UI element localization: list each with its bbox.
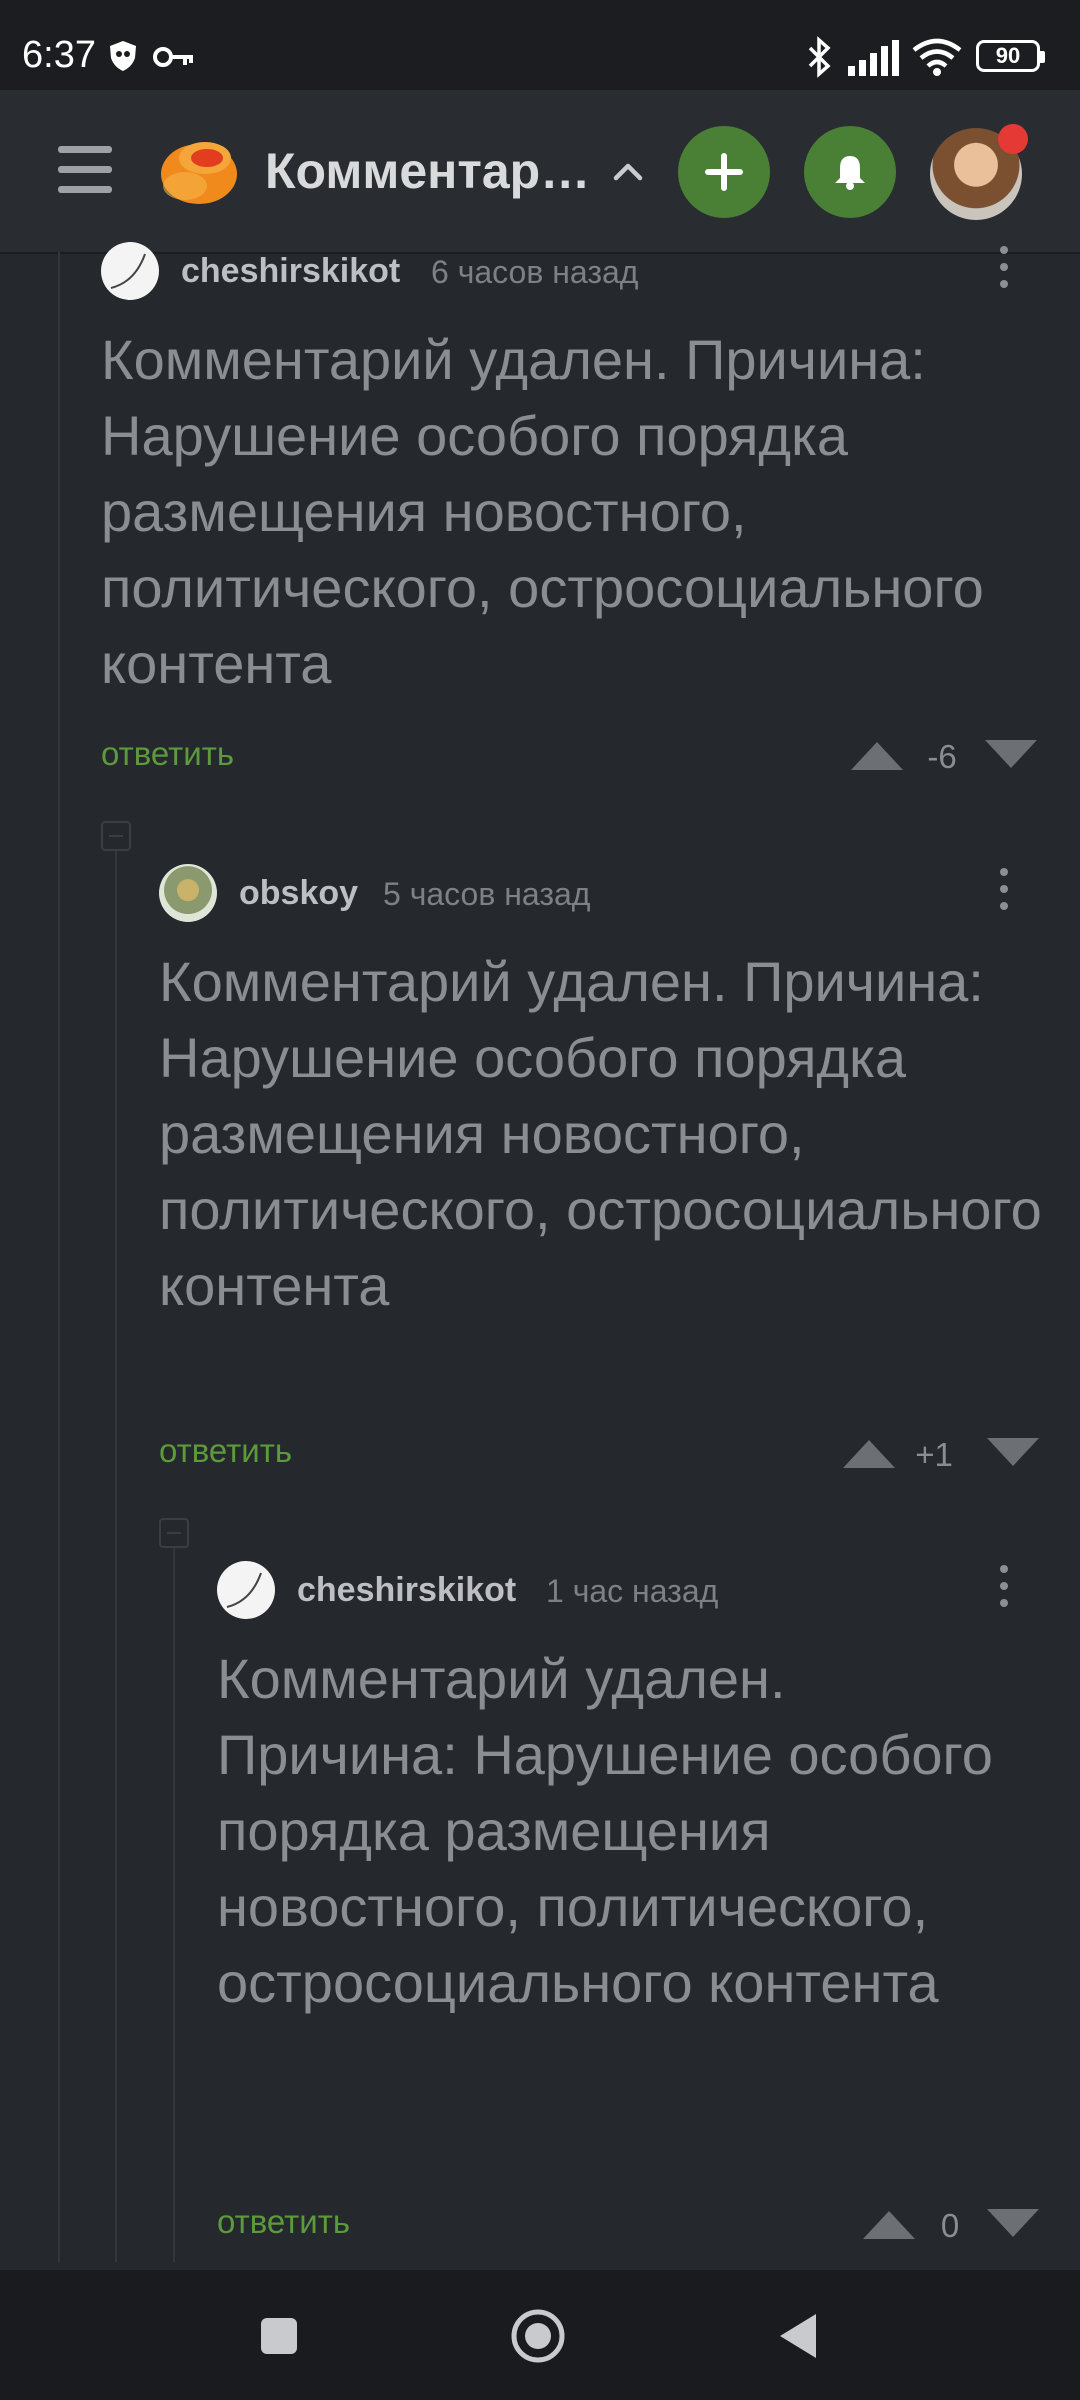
- author-avatar[interactable]: [159, 864, 217, 922]
- reply-link[interactable]: ответить: [159, 1432, 292, 1470]
- reply-link[interactable]: ответить: [217, 2203, 350, 2241]
- comment-author[interactable]: cheshirskikot: [181, 252, 400, 291]
- downvote-icon[interactable]: [985, 2207, 1041, 2241]
- app-logo[interactable]: [155, 128, 239, 208]
- bell-icon: [835, 156, 865, 190]
- plus-icon: [705, 153, 743, 191]
- more-options-icon[interactable]: [998, 1565, 1010, 1615]
- vote-score: +1: [915, 1436, 953, 1473]
- comment-text: Комментарий удален. Причина: Нарушение о…: [101, 328, 984, 695]
- wifi-icon: [912, 38, 962, 76]
- vote-score: 0: [940, 2207, 960, 2244]
- shield-icon: [110, 41, 136, 71]
- more-options-icon[interactable]: [998, 868, 1010, 918]
- status-time: 6:37: [22, 34, 96, 76]
- status-bar: 6:37 90: [0, 0, 1080, 90]
- user-avatar[interactable]: [930, 124, 1028, 220]
- author-avatar[interactable]: [217, 1561, 275, 1619]
- thread-line: [115, 851, 117, 2262]
- battery-icon: 90: [976, 40, 1045, 72]
- comment-text: Комментарий удален. Причина: Нарушение о…: [159, 950, 1042, 1317]
- vote-score: -6: [927, 738, 957, 775]
- author-avatar[interactable]: [101, 242, 159, 300]
- thread-line: [173, 1548, 175, 2262]
- app-header: Комментар…: [0, 90, 1080, 254]
- home-circle-icon[interactable]: [510, 2308, 566, 2364]
- vote-controls: -6: [849, 738, 1039, 784]
- comment-text: Комментарий удален. Причина: Нарушение о…: [217, 1647, 993, 2014]
- thread-line: [58, 252, 60, 2262]
- downvote-icon[interactable]: [985, 1436, 1041, 1470]
- reply-link[interactable]: ответить: [101, 735, 234, 773]
- comment-time: 5 часов назад: [383, 876, 591, 912]
- signal-icon: [848, 40, 899, 76]
- upvote-icon[interactable]: [841, 1436, 897, 1470]
- key-icon: [153, 47, 193, 67]
- page-title: Комментар…: [265, 143, 591, 199]
- chevron-up-icon[interactable]: [608, 152, 648, 192]
- notifications-button[interactable]: [804, 126, 896, 218]
- bluetooth-icon: [808, 36, 831, 78]
- recents-square-icon[interactable]: [251, 2308, 307, 2364]
- menu-icon[interactable]: [58, 146, 112, 194]
- comment-time: 1 час назад: [546, 1573, 719, 1609]
- more-options-icon[interactable]: [998, 246, 1010, 296]
- comment-time: 6 часов назад: [431, 254, 639, 290]
- collapse-thread-button[interactable]: [159, 1518, 189, 1548]
- notification-badge: [998, 124, 1028, 154]
- system-nav-bar: [0, 2270, 1080, 2400]
- comment-author[interactable]: cheshirskikot: [297, 1571, 516, 1610]
- vote-controls: +1: [841, 1436, 1041, 1482]
- vote-controls: 0: [861, 2207, 1041, 2253]
- back-triangle-icon[interactable]: [772, 2308, 828, 2364]
- collapse-thread-button[interactable]: [101, 821, 131, 851]
- comment-author[interactable]: obskoy: [239, 874, 358, 913]
- upvote-icon[interactable]: [849, 738, 905, 772]
- downvote-icon[interactable]: [983, 738, 1039, 772]
- add-post-button[interactable]: [678, 126, 770, 218]
- upvote-icon[interactable]: [861, 2207, 917, 2241]
